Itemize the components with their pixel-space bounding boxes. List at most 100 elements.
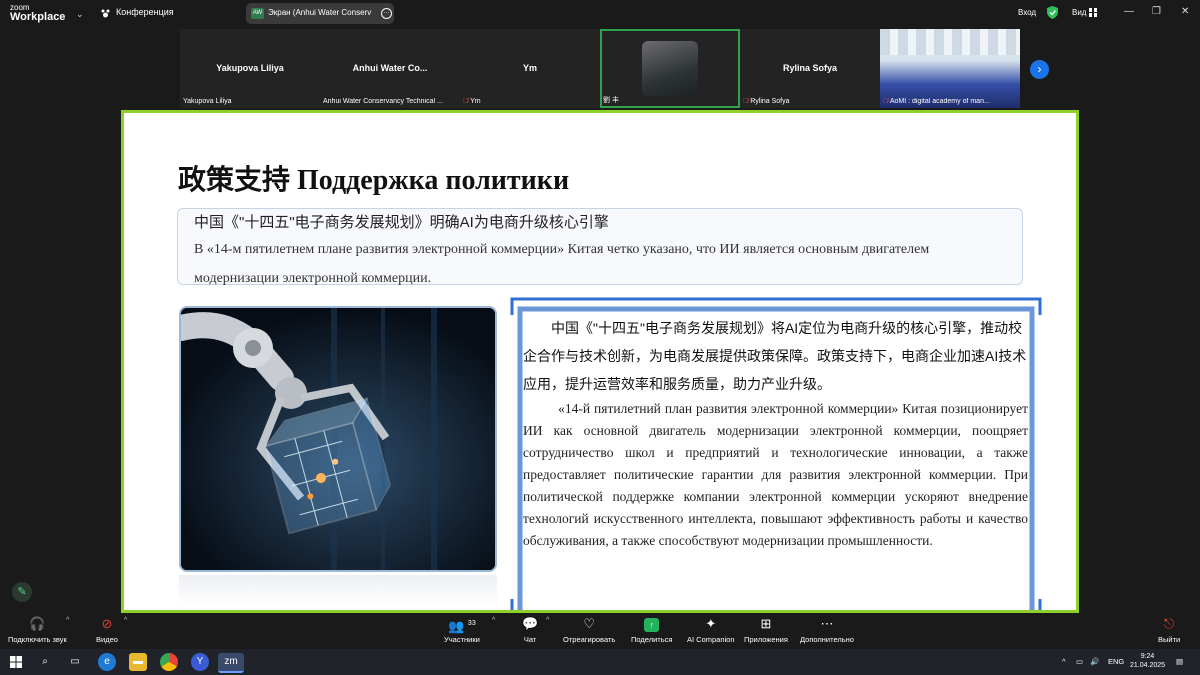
- headphones-icon: 🎧: [29, 616, 46, 631]
- audio-options-caret[interactable]: ^: [66, 617, 69, 624]
- search-icon[interactable]: ⌕: [36, 653, 54, 671]
- clock[interactable]: 9:24 21.04.2025: [1130, 652, 1165, 670]
- participant-caption: Ym: [470, 98, 481, 105]
- participant-tile[interactable]: Anhui Water Co... Anhui Water Conservanc…: [320, 29, 460, 108]
- meeting-icon: [101, 9, 110, 18]
- more-dots-icon: ⋯: [820, 616, 834, 631]
- participant-caption: Anhui Water Conservancy Technical ...: [323, 98, 443, 105]
- leave-button[interactable]: ⎋ Выйти: [1158, 615, 1180, 644]
- react-label: Отреагировать: [563, 635, 616, 644]
- zoom-taskbar-icon[interactable]: zm: [218, 653, 244, 673]
- participants-button[interactable]: 👥 33 Участники: [444, 615, 480, 644]
- more-button[interactable]: ⋯ Дополнительно: [800, 615, 854, 644]
- shield-icon[interactable]: [1047, 6, 1058, 19]
- chat-caret[interactable]: ^: [546, 617, 549, 624]
- participant-tile[interactable]: 🎙̸ AoMI : digital academy of man...: [880, 29, 1020, 108]
- video-off-icon: ⊘: [101, 616, 113, 631]
- participant-caption: 劉 丰: [603, 97, 619, 104]
- edge-icon[interactable]: e: [98, 653, 116, 671]
- summary-chinese: 中国《"十四五"电子商务发展规划》明确AI为电商升级核心引擎: [194, 214, 609, 231]
- mic-off-icon: 🎙̸: [463, 98, 469, 105]
- sparkle-icon: ✦: [705, 616, 717, 631]
- volume-icon[interactable]: 🔊: [1090, 657, 1099, 666]
- share-arrow-icon: ↑: [644, 618, 660, 632]
- chat-button[interactable]: 💬 Чат: [522, 615, 538, 644]
- leave-icon: ⎋: [1163, 616, 1175, 631]
- mic-off-icon: 🎙̸: [743, 98, 749, 105]
- meeting-toolbar: 🎧 Подключить звук ^ ⊘ Видео ^ 👥 33 Участ…: [0, 613, 1200, 649]
- file-explorer-icon[interactable]: ▬: [129, 653, 147, 671]
- chrome-icon[interactable]: [160, 653, 178, 671]
- share-button-label: Поделиться: [631, 635, 673, 644]
- summary-box: 中国《"十四五"电子商务发展规划》明确AI为电商升级核心引擎 В «14-м п…: [177, 208, 1023, 286]
- robot-cube-image: [179, 306, 497, 572]
- clock-time: 9:24: [1140, 653, 1155, 660]
- task-view-icon[interactable]: ▭: [66, 653, 84, 671]
- chevron-down-icon[interactable]: ⌄: [76, 9, 84, 20]
- annotate-pencil-icon[interactable]: ✎: [12, 582, 32, 602]
- apps-label: Приложения: [744, 635, 788, 644]
- participant-caption: Yakupova Liliya: [183, 98, 232, 105]
- mic-off-icon: 🎙̸: [883, 98, 889, 105]
- leave-label: Выйти: [1158, 635, 1181, 644]
- video-options-caret[interactable]: ^: [124, 617, 127, 624]
- signin-link[interactable]: Вход: [1018, 8, 1036, 17]
- video-label: Видео: [96, 635, 118, 644]
- join-audio-label: Подключить звук: [8, 635, 67, 644]
- participant-tile-active[interactable]: 劉 丰: [600, 29, 740, 108]
- participant-caption: AoMI : digital academy of man...: [889, 98, 990, 105]
- body-text: 中国《"十四五"电子商务发展规划》将AI定位为电商升级的核心引擎，推动校企合作与…: [523, 314, 1028, 552]
- zoom-logo-bottom: Workplace: [10, 11, 66, 23]
- yandex-browser-icon[interactable]: Y: [191, 653, 209, 671]
- body-text-frame: 中国《"十四五"电子商务发展规划》将AI定位为电商升级的核心引擎，推动校企合作与…: [510, 297, 1042, 610]
- chat-icon: 💬: [522, 616, 539, 631]
- apps-icon: ⊞: [760, 616, 772, 631]
- participant-name: Ym: [522, 63, 537, 73]
- minimize-icon[interactable]: —: [1124, 6, 1134, 17]
- close-icon[interactable]: ✕: [1181, 6, 1189, 17]
- participants-caret[interactable]: ^: [492, 617, 495, 624]
- apps-button[interactable]: ⊞ Приложения: [744, 615, 788, 644]
- body-russian: «14-й пятилетний план развития электронн…: [523, 401, 1028, 548]
- participant-name: Rylina Sofya: [782, 63, 838, 73]
- grid-icon[interactable]: [1089, 8, 1097, 17]
- classroom-video: [880, 29, 1020, 55]
- participants-icon: 👥 33: [448, 618, 476, 634]
- participants-count: 33: [467, 620, 476, 627]
- participant-tile[interactable]: Ym 🎙̸ Ym: [460, 29, 600, 108]
- language-indicator[interactable]: ENG: [1108, 657, 1124, 666]
- participant-video: [642, 41, 698, 96]
- share-button[interactable]: ↑ Поделиться: [631, 615, 672, 644]
- participant-tile[interactable]: Yakupova Liliya Yakupova Liliya: [180, 29, 320, 108]
- ai-companion-button[interactable]: ✦ AI Companion: [687, 615, 735, 644]
- network-icon[interactable]: ▭: [1076, 657, 1083, 666]
- participant-tile[interactable]: Rylina Sofya 🎙̸ Rylina Sofya: [740, 29, 880, 108]
- more-label: Дополнительно: [800, 635, 854, 644]
- video-strip: Yakupova Liliya Yakupova Liliya Anhui Wa…: [180, 29, 1020, 108]
- chat-label: Чат: [523, 635, 537, 644]
- title-bar: zoom Workplace ⌄ Конференция AW Экран (A…: [0, 0, 1200, 28]
- view-button[interactable]: Вид: [1072, 8, 1086, 17]
- react-button[interactable]: ♡ Отреагировать: [563, 615, 615, 644]
- share-badge: AW: [251, 8, 264, 19]
- slide-title: 政策支持 Поддержка политики: [178, 165, 570, 196]
- tray-chevron-icon[interactable]: ^: [1062, 657, 1066, 666]
- maximize-icon[interactable]: ❐: [1152, 6, 1161, 17]
- windows-start-icon[interactable]: [10, 656, 22, 668]
- share-label: Экран (Anhui Water Conserv: [268, 8, 372, 17]
- meeting-title[interactable]: Конференция: [116, 7, 174, 17]
- clock-date: 21.04.2025: [1130, 662, 1166, 669]
- video-button[interactable]: ⊘ Видео: [96, 615, 118, 644]
- participant-name: Yakupova Liliya: [216, 63, 284, 73]
- next-page-button[interactable]: ›: [1030, 60, 1049, 79]
- heart-icon: ♡: [583, 616, 595, 631]
- join-audio-button[interactable]: 🎧 Подключить звук: [8, 615, 67, 644]
- shared-screen: 政策支持 Поддержка политики 中国《"十四五"电子商务发展规划…: [121, 110, 1079, 613]
- notification-icon[interactable]: ▤: [1176, 657, 1183, 666]
- body-chinese: 中国《"十四五"电子商务发展规划》将AI定位为电商升级的核心引擎，推动校企合作与…: [523, 320, 1027, 392]
- participants-label: Участники: [444, 635, 480, 644]
- more-icon[interactable]: ···: [381, 8, 392, 19]
- ai-companion-label: AI Companion: [687, 635, 735, 644]
- windows-taskbar: ⌕ ▭ e ▬ Y zm ^ ▭ 🔊 ENG 9:24 21.04.2025 ▤: [0, 649, 1200, 675]
- image-reflection: [179, 575, 497, 605]
